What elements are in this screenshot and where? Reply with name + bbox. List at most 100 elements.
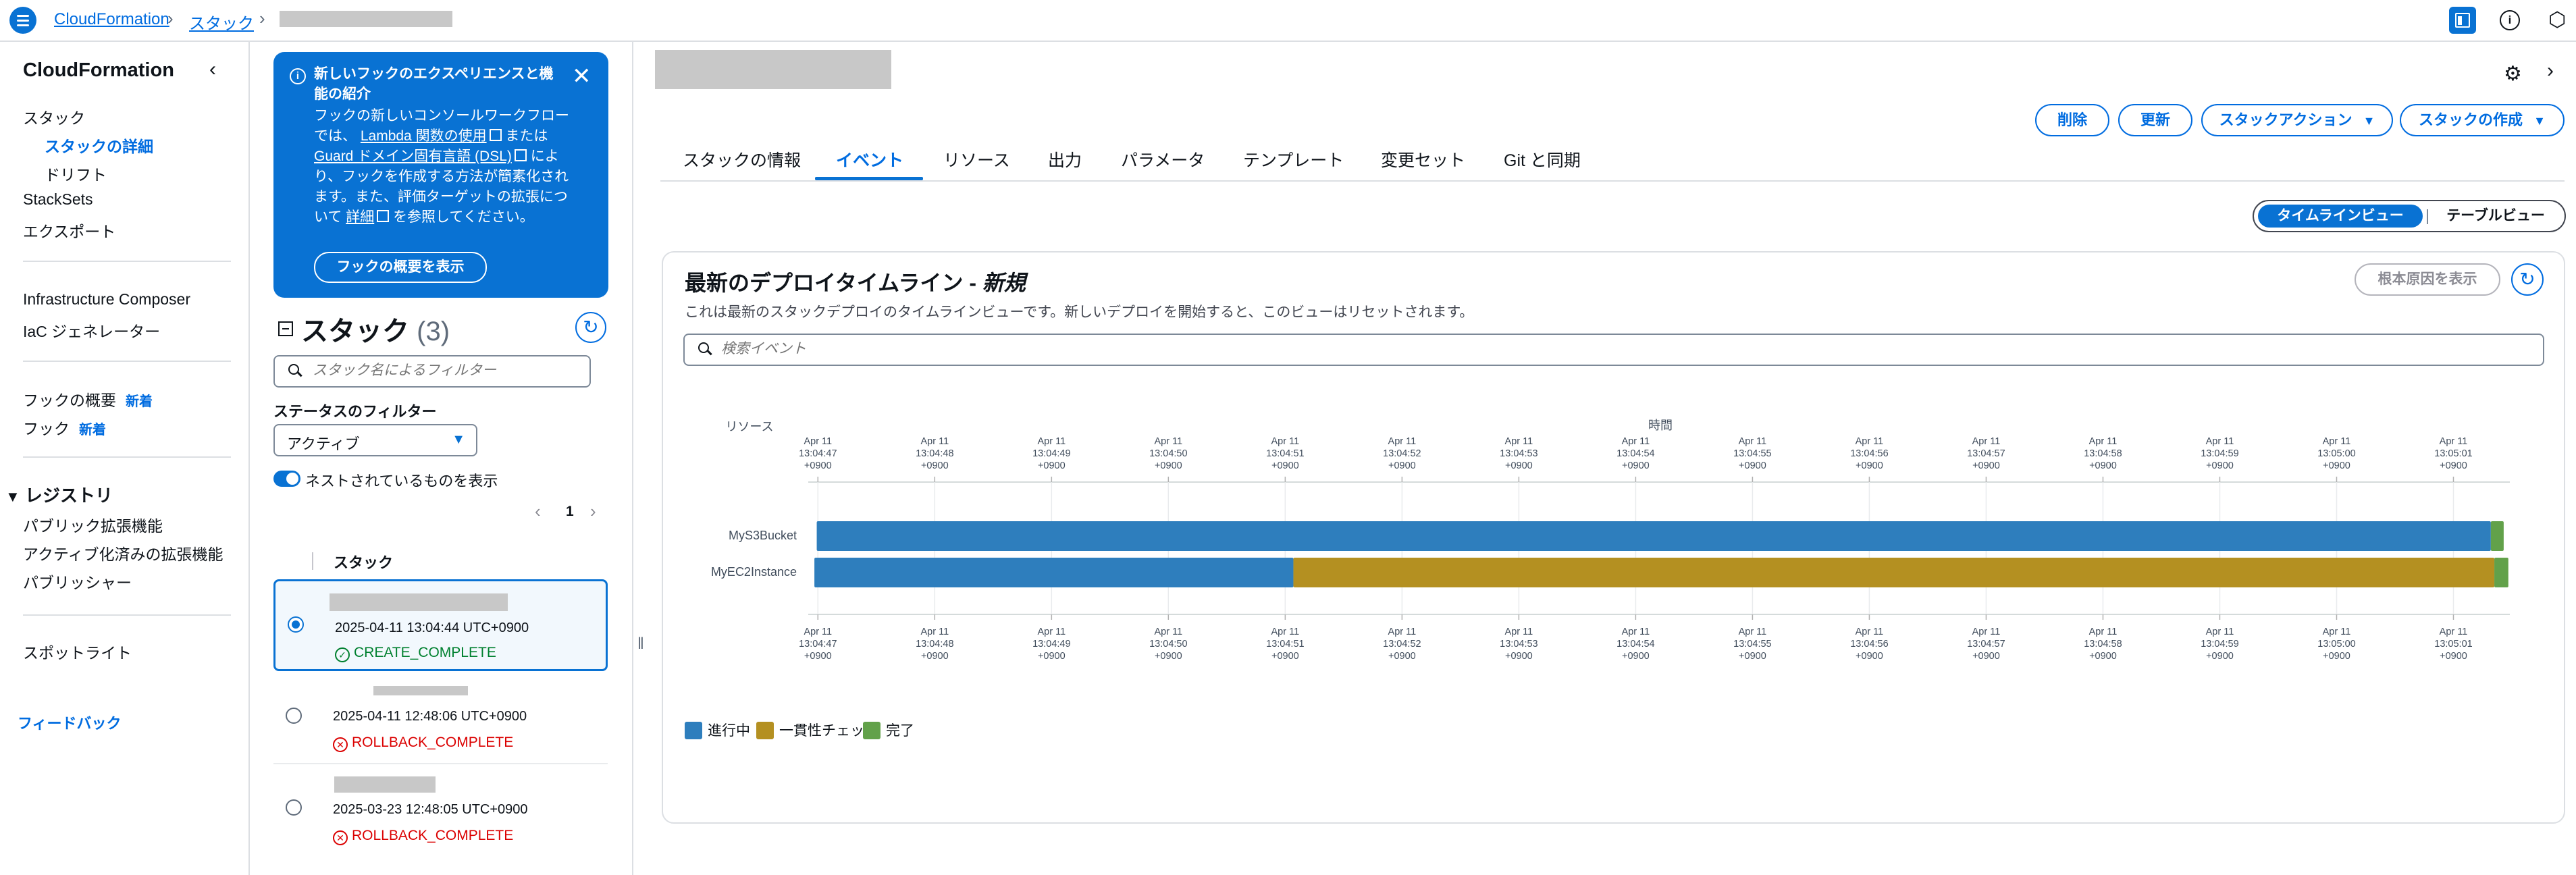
guard-dsl-link[interactable]: Guard ドメイン固有言語 (DSL) [314,149,512,164]
previous-page-icon[interactable]: ‹ [535,501,541,522]
next-page-icon[interactable]: › [590,501,596,522]
update-button[interactable]: 更新 [2118,104,2192,136]
nav-item-hooks-overview[interactable]: フックの概要 新着 [23,388,153,410]
table-view-button[interactable]: テーブルビュー [2431,205,2560,228]
tab-outputs[interactable]: 出力 [1048,147,1082,171]
lambda-link[interactable]: Lambda 関数の使用 [361,128,487,144]
stacks-count: (3) [417,317,450,346]
stack-row[interactable]: 2025-04-11 12:48:06 UTC+0900 ✕ ROLLBACK_C… [273,672,608,764]
tab-template[interactable]: テンプレート [1243,147,1344,171]
view-hooks-overview-button[interactable]: フックの概要を表示 [314,252,487,283]
bottom-tick-label: +0900 [1972,651,2000,662]
menu-icon[interactable] [9,7,36,34]
tab-change-sets[interactable]: 変更セット [1381,147,1465,171]
bottom-tick-label: +0900 [2440,651,2467,662]
collapse-panel-icon[interactable] [278,321,293,336]
legend-item-complete[interactable]: 完了 [863,720,914,740]
bottom-tick-label: Apr 11 [1856,627,1884,637]
top-tick-label: +0900 [1505,460,1533,471]
nav-item-stack-details[interactable]: スタックの詳細 [45,134,153,157]
deploy-timeline-container: 最新のデプロイタイムライン - 新規 これは最新のスタックデプロイのタイムライン… [662,251,2565,824]
chevron-right-icon[interactable]: › [2547,59,2554,82]
top-tick-label: 13:04:47 [799,448,837,459]
top-tick-label: +0900 [2323,460,2350,471]
stack-filter-input[interactable] [273,355,591,388]
nav-item-activated-extensions[interactable]: アクティブ化済みの拡張機能 [23,541,223,564]
legend-swatch [685,722,702,739]
legend-item-consistency[interactable]: 一貫性チェッ [756,720,864,740]
feedback-link[interactable]: フィードバック [18,712,122,733]
timeline-bar-complete[interactable] [2490,521,2504,551]
page-number[interactable]: 1 [566,504,574,520]
timeline-bar-progress[interactable] [814,558,1294,587]
top-tick-label: +0900 [2089,460,2117,471]
resize-handle-icon[interactable]: ‖ [637,635,644,654]
legend-label: 進行中 [708,723,750,739]
stack-filter-field[interactable] [311,362,584,379]
settings-gear-icon[interactable]: ⚙ [2504,62,2522,86]
nav-title[interactable]: CloudFormation [23,59,174,82]
top-tick-label: Apr 11 [1155,436,1183,447]
info-icon[interactable]: i [2500,10,2520,30]
status-text: ROLLBACK_COMPLETE [352,735,514,750]
flash-text: を参照してください。 [393,209,534,225]
bottom-tick-label: Apr 11 [2089,627,2118,637]
nav-item-iac-generator[interactable]: IaC ジェネレーター [23,319,160,342]
nested-stacks-toggle[interactable] [273,471,300,487]
nav-item-stacksets[interactable]: StackSets [23,190,93,209]
close-icon[interactable]: ✕ [572,63,592,90]
stack-created-time: 2025-04-11 13:04:44 UTC+0900 [335,620,529,635]
row-radio[interactable] [288,616,304,633]
stack-row[interactable]: 2025-03-23 12:48:05 UTC+0900 ✕ ROLLBACK_C… [273,764,608,856]
nav-item-public-extensions[interactable]: パブリック拡張機能 [23,513,163,536]
timeline-view-button[interactable]: タイムラインビュー [2258,205,2423,228]
caret-down-icon: ▼ [5,488,20,505]
resource-label: MyEC2Instance [711,565,797,579]
chevron-right-icon: › [167,8,174,28]
tab-git-sync[interactable]: Git と同期 [1504,147,1581,171]
timeline-bar-progress[interactable] [816,521,2491,551]
split-panel-icon[interactable] [2449,7,2476,34]
stack-actions-label: スタックアクション [2219,111,2352,128]
bottom-tick-label: 13:05:00 [2317,639,2355,649]
bottom-tick-label: +0900 [2323,651,2350,662]
stack-actions-button[interactable]: スタックアクション ▼ [2201,104,2393,136]
top-tick-label: 13:04:56 [1850,448,1888,459]
nav-item-drift[interactable]: ドリフト [45,162,107,185]
nav-item-publishers[interactable]: パブリッシャー [23,570,132,593]
tab-parameters[interactable]: パラメータ [1121,147,1205,171]
collapse-nav-icon[interactable]: ‹ [209,58,216,81]
status-badge: ✓ CREATE_COMPLETE [335,645,496,662]
stack-column-header[interactable]: スタック [334,551,393,573]
timeline-bar-complete[interactable] [2494,558,2508,587]
delete-button[interactable]: 削除 [2035,104,2109,136]
nav-item-stacks[interactable]: スタック [23,105,85,128]
notifications-icon[interactable]: ⬡ [2548,8,2566,32]
column-divider [312,552,313,570]
refresh-icon[interactable]: ↻ [575,312,606,343]
nav-item-hooks[interactable]: フック 新着 [23,416,106,439]
tab-events[interactable]: イベント [836,147,903,171]
details-link[interactable]: 詳細 [346,209,374,225]
breadcrumb-stacks[interactable]: スタック [189,10,254,34]
tab-resources[interactable]: リソース [943,147,1010,171]
bottom-tick-label: 13:04:57 [1967,639,2005,649]
nav-divider [23,261,231,262]
status-filter-select[interactable]: アクティブ ▼ [273,424,477,456]
create-stack-button[interactable]: スタックの作成 ▼ [2400,104,2565,136]
nav-item-exports[interactable]: エクスポート [23,219,115,242]
stack-row[interactable]: 2025-04-11 13:04:44 UTC+0900 ✓ CREATE_COM… [273,579,608,671]
top-tick-label: 13:04:53 [1500,448,1537,459]
breadcrumb-cloudformation[interactable]: CloudFormation [54,10,169,29]
row-radio[interactable] [286,799,302,816]
nav-item-spotlight[interactable]: スポットライト [23,640,132,663]
top-tick-label: 13:04:57 [1967,448,2005,459]
legend-item-progress[interactable]: 進行中 [685,720,750,740]
tab-stack-info[interactable]: スタックの情報 [683,147,801,171]
nav-item-infrastructure-composer[interactable]: Infrastructure Composer [23,290,190,309]
top-tick-label: 13:04:48 [916,448,953,459]
nav-section-registry[interactable]: ▼ レジストリ [5,482,113,507]
row-radio[interactable] [286,708,302,724]
bottom-tick-label: Apr 11 [2206,627,2234,637]
timeline-bar-consistency[interactable] [1293,558,2495,587]
